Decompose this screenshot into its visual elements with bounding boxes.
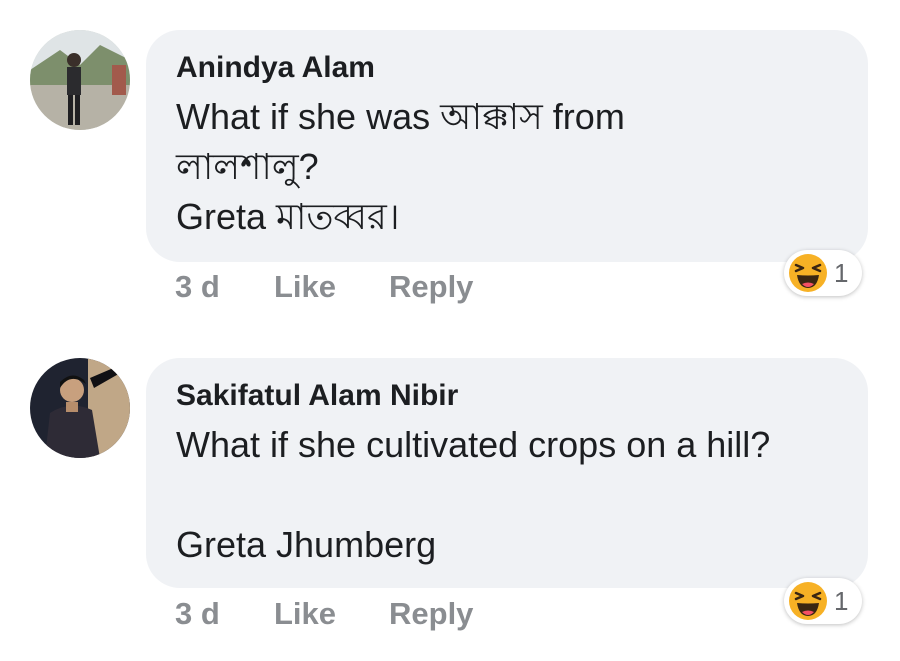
comment-bubble: Sakifatul Alam Nibir What if she cultiva… bbox=[146, 358, 868, 588]
reaction-badge[interactable]: 1 bbox=[784, 578, 862, 624]
reply-button[interactable]: Reply bbox=[389, 596, 473, 632]
comment-text-line: What if she was আক্কাস from bbox=[176, 96, 625, 137]
like-button[interactable]: Like bbox=[274, 269, 336, 305]
reaction-count: 1 bbox=[834, 586, 849, 616]
avatar[interactable] bbox=[30, 30, 130, 130]
avatar[interactable] bbox=[30, 358, 130, 458]
reaction-badge[interactable]: 1 bbox=[784, 250, 862, 296]
comment-text-line: লালশালু? bbox=[176, 146, 319, 187]
comment-text-line: Greta মাতব্বর। bbox=[176, 196, 400, 237]
comment-text-line: What if she cultivated crops on a hill? bbox=[176, 424, 771, 465]
comment-blank-line bbox=[176, 470, 838, 520]
comment-author[interactable]: Sakifatul Alam Nibir bbox=[176, 378, 838, 414]
comment-bubble: Anindya Alam What if she was আক্কাস from… bbox=[146, 30, 868, 262]
comment-author[interactable]: Anindya Alam bbox=[176, 50, 838, 86]
reaction-count: 1 bbox=[834, 258, 849, 288]
reply-button[interactable]: Reply bbox=[389, 269, 473, 305]
haha-emoji-icon bbox=[789, 582, 827, 620]
comment-timestamp[interactable]: 3 d bbox=[175, 596, 220, 632]
comment-timestamp[interactable]: 3 d bbox=[175, 269, 220, 305]
haha-emoji-icon bbox=[789, 254, 827, 292]
comment-text-line: Greta Jhumberg bbox=[176, 524, 437, 565]
like-button[interactable]: Like bbox=[274, 596, 336, 632]
